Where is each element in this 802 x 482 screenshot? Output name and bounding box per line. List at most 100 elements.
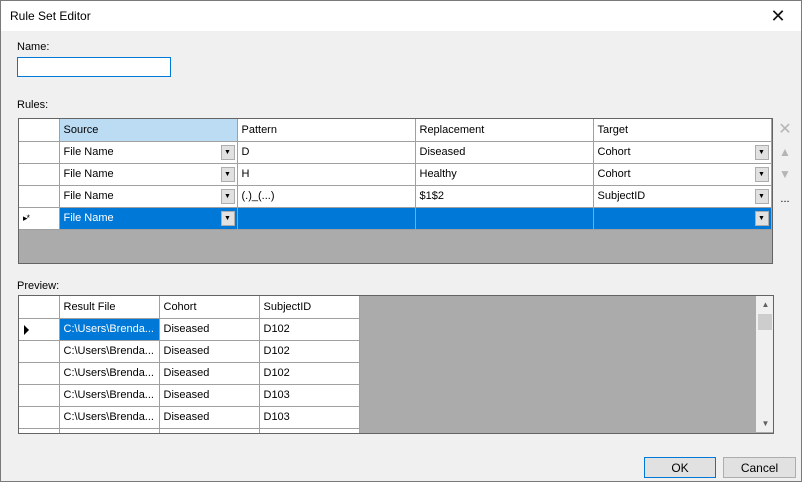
target-value: Cohort <box>597 146 631 158</box>
preview-corner-header[interactable] <box>19 296 60 319</box>
dropdown-arrow-icon[interactable]: ▼ <box>220 166 235 182</box>
result-file-cell[interactable] <box>59 428 160 433</box>
new-row-indicator-icon: ▸* <box>23 212 30 223</box>
preview-row: C:\Users\Brenda... Diseased D102 <box>19 318 360 341</box>
preview-table: Result File Cohort SubjectID C:\Users\Br… <box>19 296 360 433</box>
new-rule-row: ▸* File Name ▼ ▼ <box>19 207 772 230</box>
rule-set-editor-window: Rule Set Editor ✕ Name: Rules: Source Pa… <box>0 0 802 482</box>
rules-header-row: Source Pattern Replacement Target <box>19 119 772 142</box>
target-cell[interactable]: Cohort ▼ <box>593 141 772 164</box>
rules-table: Source Pattern Replacement Target File N… <box>19 119 772 230</box>
current-row-pointer-icon <box>24 324 29 335</box>
title-bar: Rule Set Editor ✕ <box>1 1 801 31</box>
preview-grid[interactable]: Result File Cohort SubjectID C:\Users\Br… <box>18 295 774 434</box>
subjectid-cell[interactable]: D102 <box>259 340 360 363</box>
rules-label: Rules: <box>17 99 49 111</box>
preview-row: C:\Users\Brenda... Diseased D102 <box>19 340 360 363</box>
column-header-target[interactable]: Target <box>593 119 772 142</box>
target-cell[interactable]: Cohort ▼ <box>593 163 772 186</box>
cohort-cell[interactable]: Diseased <box>159 340 260 363</box>
rule-row: File Name ▼ H Healthy Cohort ▼ <box>19 163 772 186</box>
scrollbar-thumb[interactable] <box>758 314 772 330</box>
dropdown-arrow-icon[interactable]: ▼ <box>754 210 769 226</box>
replacement-cell[interactable] <box>415 207 594 230</box>
cohort-cell[interactable]: Diseased <box>159 384 260 407</box>
scroll-up-icon[interactable]: ▲ <box>757 296 774 313</box>
source-value: File Name <box>63 212 114 224</box>
replacement-cell[interactable]: Healthy <box>415 163 594 186</box>
preview-row <box>19 428 360 433</box>
pattern-cell[interactable]: D <box>237 141 416 164</box>
cohort-cell[interactable]: Diseased <box>159 318 260 341</box>
preview-row: C:\Users\Brenda... Diseased D103 <box>19 406 360 429</box>
rules-grid[interactable]: Source Pattern Replacement Target File N… <box>18 118 773 264</box>
replacement-cell[interactable]: $1$2 <box>415 185 594 208</box>
subjectid-cell[interactable]: D103 <box>259 406 360 429</box>
target-cell[interactable]: ▼ <box>593 207 772 230</box>
result-file-cell[interactable]: C:\Users\Brenda... <box>59 362 160 385</box>
rule-row: File Name ▼ D Diseased Cohort ▼ <box>19 141 772 164</box>
result-file-cell[interactable]: C:\Users\Brenda... <box>59 340 160 363</box>
cancel-button[interactable]: Cancel <box>723 457 796 478</box>
subjectid-cell[interactable]: D103 <box>259 384 360 407</box>
dropdown-arrow-icon[interactable]: ▼ <box>754 188 769 204</box>
cohort-cell[interactable] <box>159 428 260 433</box>
name-input[interactable] <box>17 57 171 77</box>
close-icon[interactable]: ✕ <box>755 1 801 31</box>
cohort-cell[interactable]: Diseased <box>159 406 260 429</box>
name-label: Name: <box>17 41 50 53</box>
more-options-button[interactable]: ... <box>777 191 793 207</box>
column-header-subjectid[interactable]: SubjectID <box>259 296 360 319</box>
result-file-cell[interactable]: C:\Users\Brenda... <box>59 406 160 429</box>
pattern-cell[interactable]: (.)_(...) <box>237 185 416 208</box>
source-cell[interactable]: File Name ▼ <box>59 141 238 164</box>
pattern-cell[interactable]: H <box>237 163 416 186</box>
column-header-pattern[interactable]: Pattern <box>237 119 416 142</box>
row-header-current[interactable] <box>19 318 60 341</box>
dropdown-arrow-icon[interactable]: ▼ <box>754 144 769 160</box>
replacement-cell[interactable]: Diseased <box>415 141 594 164</box>
column-header-replacement[interactable]: Replacement <box>415 119 594 142</box>
rules-corner-header[interactable] <box>19 119 60 142</box>
row-header[interactable] <box>19 428 60 433</box>
target-value: Cohort <box>597 168 631 180</box>
dropdown-arrow-icon[interactable]: ▼ <box>220 210 235 226</box>
window-title: Rule Set Editor <box>10 9 91 23</box>
row-header[interactable] <box>19 362 60 385</box>
result-file-cell[interactable]: C:\Users\Brenda... <box>59 384 160 407</box>
pattern-cell[interactable] <box>237 207 416 230</box>
source-value: File Name <box>63 146 114 158</box>
dropdown-arrow-icon[interactable]: ▼ <box>220 188 235 204</box>
dropdown-arrow-icon[interactable]: ▼ <box>220 144 235 160</box>
subjectid-cell[interactable]: D102 <box>259 318 360 341</box>
preview-label: Preview: <box>17 280 60 292</box>
source-cell[interactable]: File Name ▼ <box>59 163 238 186</box>
row-header[interactable] <box>19 384 60 407</box>
ok-button[interactable]: OK <box>644 457 716 478</box>
row-header[interactable] <box>19 185 60 208</box>
source-cell[interactable]: File Name ▼ <box>59 207 238 230</box>
subjectid-cell[interactable] <box>259 428 360 433</box>
subjectid-cell[interactable]: D102 <box>259 362 360 385</box>
preview-vertical-scrollbar[interactable]: ▲ ▼ <box>756 296 773 432</box>
source-cell[interactable]: File Name ▼ <box>59 185 238 208</box>
preview-header-row: Result File Cohort SubjectID <box>19 296 360 319</box>
move-down-icon[interactable]: ▼ <box>777 166 793 182</box>
dropdown-arrow-icon[interactable]: ▼ <box>754 166 769 182</box>
column-header-source[interactable]: Source <box>59 119 238 142</box>
result-file-cell[interactable]: C:\Users\Brenda... <box>59 318 160 341</box>
row-header[interactable] <box>19 163 60 186</box>
target-cell[interactable]: SubjectID ▼ <box>593 185 772 208</box>
delete-rule-icon[interactable]: ✕ <box>777 121 793 138</box>
column-header-result-file[interactable]: Result File <box>59 296 160 319</box>
row-header[interactable] <box>19 406 60 429</box>
target-value: SubjectID <box>597 190 646 202</box>
rule-row: File Name ▼ (.)_(...) $1$2 SubjectID ▼ <box>19 185 772 208</box>
scroll-down-icon[interactable]: ▼ <box>757 415 774 432</box>
row-header-new[interactable]: ▸* <box>19 207 60 230</box>
move-up-icon[interactable]: ▲ <box>777 144 793 160</box>
row-header[interactable] <box>19 340 60 363</box>
column-header-cohort[interactable]: Cohort <box>159 296 260 319</box>
row-header[interactable] <box>19 141 60 164</box>
cohort-cell[interactable]: Diseased <box>159 362 260 385</box>
